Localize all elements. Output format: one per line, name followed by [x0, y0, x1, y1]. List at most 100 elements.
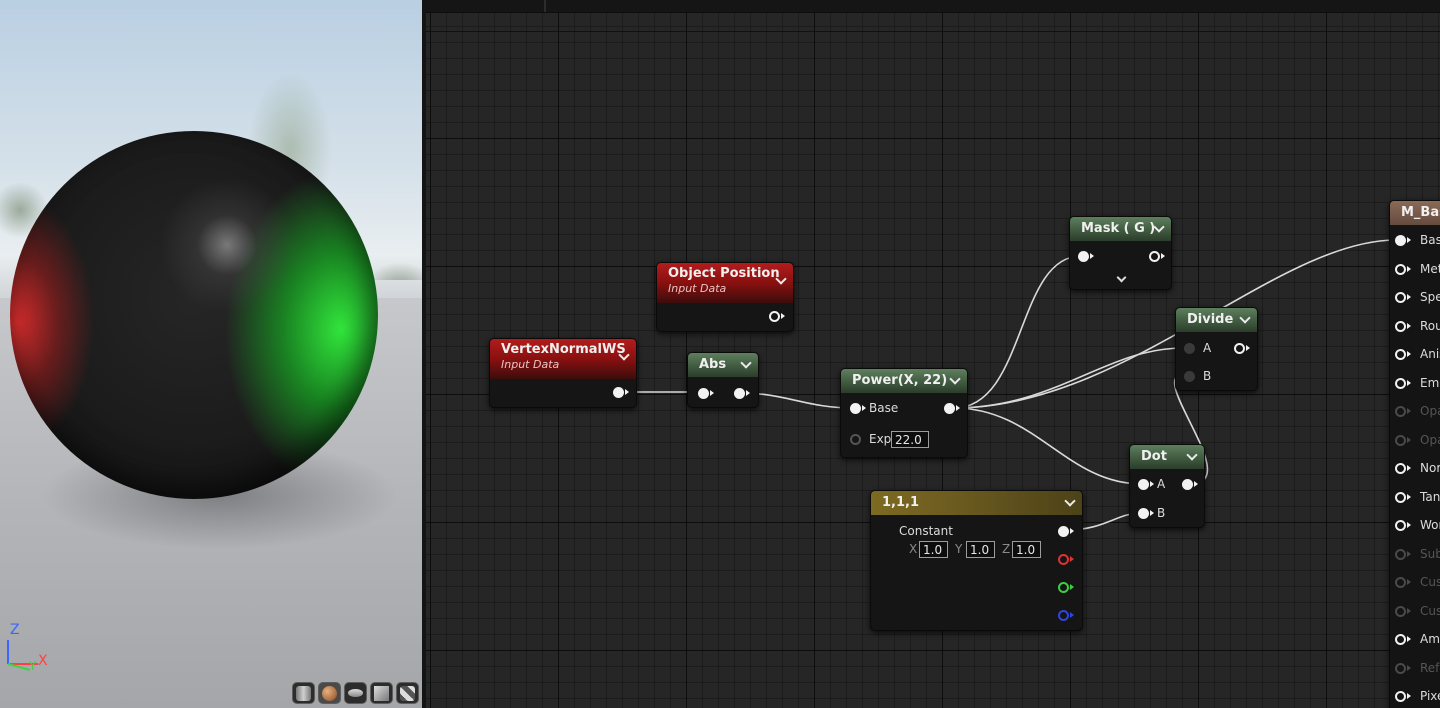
a-input-pin[interactable]	[1184, 343, 1195, 354]
material-input-row[interactable]: Bas	[1390, 231, 1440, 251]
exp-label: Exp	[869, 432, 892, 446]
b-output-pin[interactable]	[1058, 610, 1069, 621]
material-input-pin[interactable]	[1395, 463, 1406, 474]
material-input-pin[interactable]	[1395, 491, 1406, 503]
material-input-row[interactable]: Refr	[1390, 659, 1440, 679]
preview-sphere-button[interactable]	[318, 682, 341, 704]
material-input-pin[interactable]	[1395, 520, 1406, 531]
chevron-down-icon[interactable]	[740, 357, 752, 369]
material-input-row[interactable]: Emi	[1390, 374, 1440, 394]
material-graph-canvas[interactable]: VertexNormalWS Input Data Object Positio…	[426, 0, 1440, 708]
material-input-row[interactable]: Cus	[1390, 602, 1440, 622]
pin-arrow-icon	[1407, 408, 1411, 414]
g-output-pin[interactable]	[1058, 582, 1069, 593]
input-pin[interactable]	[1078, 251, 1089, 262]
chevron-down-icon[interactable]	[1186, 449, 1198, 461]
material-input-pin[interactable]	[1395, 235, 1406, 246]
z-value-field[interactable]: 1.0	[1012, 541, 1041, 558]
material-input-row[interactable]: Amb	[1390, 630, 1440, 650]
node-object-position[interactable]: Object Position Input Data	[656, 262, 794, 332]
node-header[interactable]: VertexNormalWS Input Data	[490, 339, 636, 379]
r-output-pin[interactable]	[1058, 554, 1069, 565]
a-label: A	[1203, 341, 1212, 355]
node-header[interactable]: Mask ( G )	[1070, 217, 1171, 241]
material-input-pin[interactable]	[1395, 605, 1406, 617]
pin-arrow-icon	[1070, 584, 1074, 590]
material-input-pin[interactable]	[1395, 634, 1406, 645]
material-input-row[interactable]: Rou	[1390, 317, 1440, 337]
node-header[interactable]: Object Position Input Data	[657, 263, 793, 303]
input-pin[interactable]	[698, 388, 709, 399]
chevron-down-icon[interactable]	[949, 373, 961, 385]
b-label: B	[1203, 369, 1212, 383]
pin-arrow-icon	[1246, 345, 1250, 351]
material-input-label: Cus	[1420, 575, 1440, 589]
rgb-output-pin[interactable]	[1058, 526, 1069, 537]
material-input-pin[interactable]	[1395, 377, 1406, 389]
material-input-pin[interactable]	[1395, 349, 1406, 360]
node-power[interactable]: Power(X, 22) Base Exp 22.0	[840, 368, 968, 458]
node-header[interactable]: Abs	[688, 353, 758, 377]
exp-value-field[interactable]: 22.0	[891, 431, 929, 448]
b-input-pin[interactable]	[1184, 371, 1195, 382]
material-input-row[interactable]: Sub	[1390, 545, 1440, 565]
output-pin[interactable]	[1234, 343, 1245, 354]
material-input-row[interactable]: Tan	[1390, 488, 1440, 508]
output-pin[interactable]	[1149, 251, 1160, 262]
material-input-pin[interactable]	[1395, 263, 1406, 275]
material-input-row[interactable]: Wor	[1390, 516, 1440, 536]
base-input-pin[interactable]	[850, 403, 861, 414]
material-preview-viewport[interactable]: Z X Y	[0, 0, 422, 708]
material-input-row[interactable]: Cus	[1390, 573, 1440, 593]
node-dot[interactable]: Dot A B	[1129, 444, 1205, 528]
material-input-pin[interactable]	[1395, 577, 1406, 588]
material-input-pin[interactable]	[1395, 691, 1406, 702]
node-mask-g[interactable]: Mask ( G )	[1069, 216, 1172, 290]
node-header[interactable]: 1,1,1	[871, 491, 1082, 515]
output-pin[interactable]	[734, 388, 745, 399]
material-input-row[interactable]: Met	[1390, 260, 1440, 280]
node-header[interactable]: Dot	[1130, 445, 1204, 469]
node-divide[interactable]: Divide A B	[1175, 307, 1258, 391]
preview-custom-mesh-button[interactable]	[396, 682, 419, 704]
material-input-pin[interactable]	[1395, 434, 1406, 446]
material-input-pin[interactable]	[1395, 662, 1406, 674]
material-input-pin[interactable]	[1395, 320, 1406, 332]
output-pin[interactable]	[944, 403, 955, 414]
output-pin[interactable]	[1182, 479, 1193, 490]
preview-plane-button[interactable]	[344, 682, 367, 704]
material-input-row[interactable]: Opa	[1390, 431, 1440, 451]
output-pin[interactable]	[613, 387, 624, 398]
node-header[interactable]: Divide	[1176, 308, 1257, 332]
preview-cylinder-button[interactable]	[292, 682, 315, 704]
material-input-row[interactable]: Spe	[1390, 288, 1440, 308]
node-material-result[interactable]: M_Bas Bas Met Spe Rou Anis Emi Opa Opa Nor Tan Wor…	[1389, 200, 1440, 708]
x-value-field[interactable]: 1.0	[919, 541, 948, 558]
material-input-row[interactable]: Opa	[1390, 402, 1440, 422]
node-vertex-normal-ws[interactable]: VertexNormalWS Input Data	[489, 338, 637, 408]
b-input-pin[interactable]	[1138, 508, 1149, 519]
material-input-row[interactable]: Pixe	[1390, 687, 1440, 707]
expand-chevron-icon[interactable]	[1116, 272, 1127, 283]
chevron-down-icon[interactable]	[1239, 312, 1251, 324]
exp-input-pin[interactable]	[850, 434, 861, 445]
x-label: X	[909, 542, 918, 556]
pin-arrow-icon	[1090, 253, 1094, 259]
node-header[interactable]: Power(X, 22)	[841, 369, 967, 393]
pin-arrow-icon	[1407, 607, 1411, 614]
output-pin[interactable]	[769, 311, 780, 322]
node-abs[interactable]: Abs	[687, 352, 759, 408]
material-input-label: Emi	[1420, 375, 1440, 390]
node-header[interactable]: M_Bas	[1390, 201, 1440, 225]
material-input-pin[interactable]	[1395, 292, 1406, 303]
material-input-row[interactable]: Nor	[1390, 459, 1440, 479]
node-constant-vector[interactable]: 1,1,1 Constant X 1.0 Y 1.0 Z 1.0	[870, 490, 1083, 631]
material-input-row[interactable]: Anis	[1390, 345, 1440, 365]
cube-icon	[374, 685, 389, 701]
preview-cube-button[interactable]	[370, 682, 393, 704]
material-input-pin[interactable]	[1395, 548, 1406, 560]
chevron-down-icon[interactable]	[1064, 495, 1076, 507]
y-value-field[interactable]: 1.0	[966, 541, 995, 558]
a-input-pin[interactable]	[1138, 479, 1149, 490]
material-input-pin[interactable]	[1395, 406, 1406, 417]
